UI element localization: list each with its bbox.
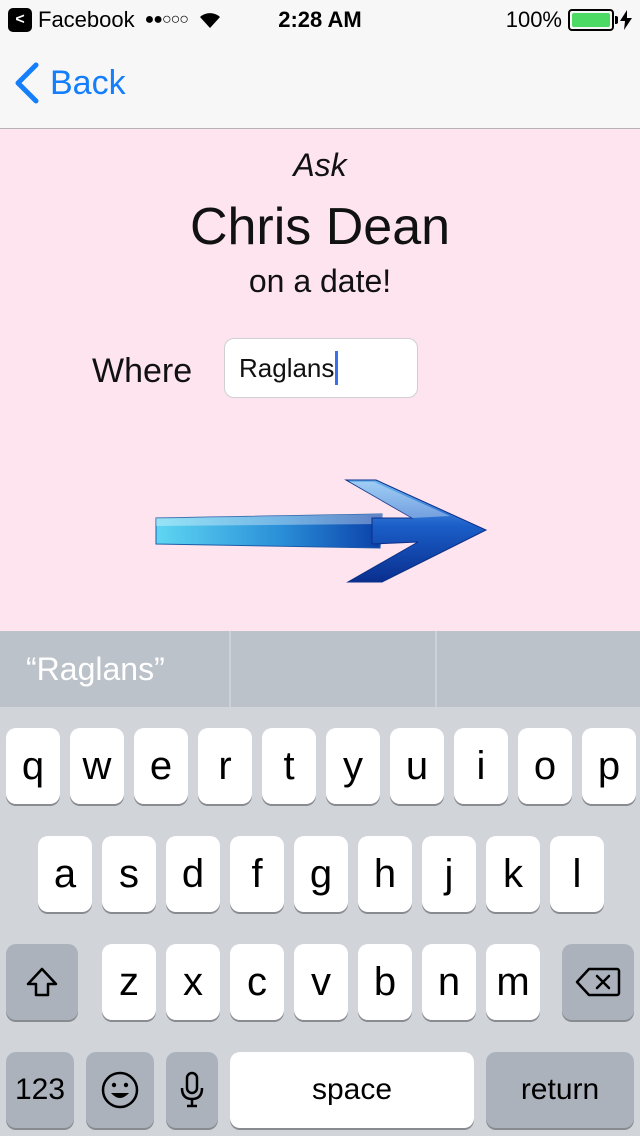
chevron-left-icon — [15, 62, 39, 104]
emoji-icon — [101, 1071, 139, 1109]
shift-icon — [26, 967, 58, 997]
backspace-icon — [575, 967, 621, 997]
keyboard: q w e r t y u i o p a s d f g h j k l z … — [0, 707, 640, 1136]
emoji-key[interactable] — [86, 1052, 154, 1128]
key-j[interactable]: j — [422, 836, 476, 912]
key-y[interactable]: y — [326, 728, 380, 804]
where-label: Where — [92, 352, 193, 390]
key-t[interactable]: t — [262, 728, 316, 804]
status-bar: < Facebook ●●○○○ 2:28 AM 100% — [0, 0, 640, 40]
charging-bolt-icon — [620, 10, 632, 30]
key-x[interactable]: x — [166, 944, 220, 1020]
key-s[interactable]: s — [102, 836, 156, 912]
key-p[interactable]: p — [582, 728, 636, 804]
key-k[interactable]: k — [486, 836, 540, 912]
battery-percent: 100% — [505, 7, 562, 32]
suggestion-3[interactable] — [437, 631, 640, 707]
back-button[interactable]: Back — [14, 62, 126, 104]
key-b[interactable]: b — [358, 944, 412, 1020]
suggestion-1[interactable]: “Raglans” — [0, 631, 232, 707]
key-o[interactable]: o — [518, 728, 572, 804]
arrow-right-icon[interactable] — [150, 474, 490, 589]
back-label: Back — [50, 63, 126, 102]
ask-label: Ask — [293, 147, 347, 183]
return-key[interactable]: return — [486, 1052, 634, 1128]
on-a-date-label: on a date! — [248, 263, 392, 299]
space-key[interactable]: space — [230, 1052, 474, 1128]
where-input[interactable]: Raglans — [224, 338, 418, 398]
key-m[interactable]: m — [486, 944, 540, 1020]
key-w[interactable]: w — [70, 728, 124, 804]
numbers-key[interactable]: 123 — [6, 1052, 74, 1128]
key-d[interactable]: d — [166, 836, 220, 912]
predictive-text-bar: “Raglans” — [0, 631, 640, 707]
dictation-key[interactable] — [166, 1052, 218, 1128]
date-form: Ask Chris Dean on a date! Where Raglans — [0, 129, 640, 631]
key-h[interactable]: h — [358, 836, 412, 912]
key-i[interactable]: i — [454, 728, 508, 804]
key-c[interactable]: c — [230, 944, 284, 1020]
navigation-bar: Back — [0, 40, 640, 129]
battery-icon — [568, 9, 618, 31]
key-q[interactable]: q — [6, 728, 60, 804]
key-l[interactable]: l — [550, 836, 604, 912]
delete-key[interactable] — [562, 944, 634, 1020]
key-r[interactable]: r — [198, 728, 252, 804]
shift-key[interactable] — [6, 944, 78, 1020]
key-g[interactable]: g — [294, 836, 348, 912]
battery-fill — [572, 13, 610, 27]
status-right: 100% — [506, 7, 632, 33]
where-input-value: Raglans — [239, 352, 335, 383]
key-u[interactable]: u — [390, 728, 444, 804]
key-e[interactable]: e — [134, 728, 188, 804]
key-f[interactable]: f — [230, 836, 284, 912]
key-a[interactable]: a — [38, 836, 92, 912]
key-z[interactable]: z — [102, 944, 156, 1020]
key-v[interactable]: v — [294, 944, 348, 1020]
person-name: Chris Dean — [189, 198, 451, 256]
text-cursor — [335, 351, 339, 385]
suggestion-2[interactable] — [231, 631, 437, 707]
microphone-icon — [180, 1071, 204, 1108]
key-n[interactable]: n — [422, 944, 476, 1020]
